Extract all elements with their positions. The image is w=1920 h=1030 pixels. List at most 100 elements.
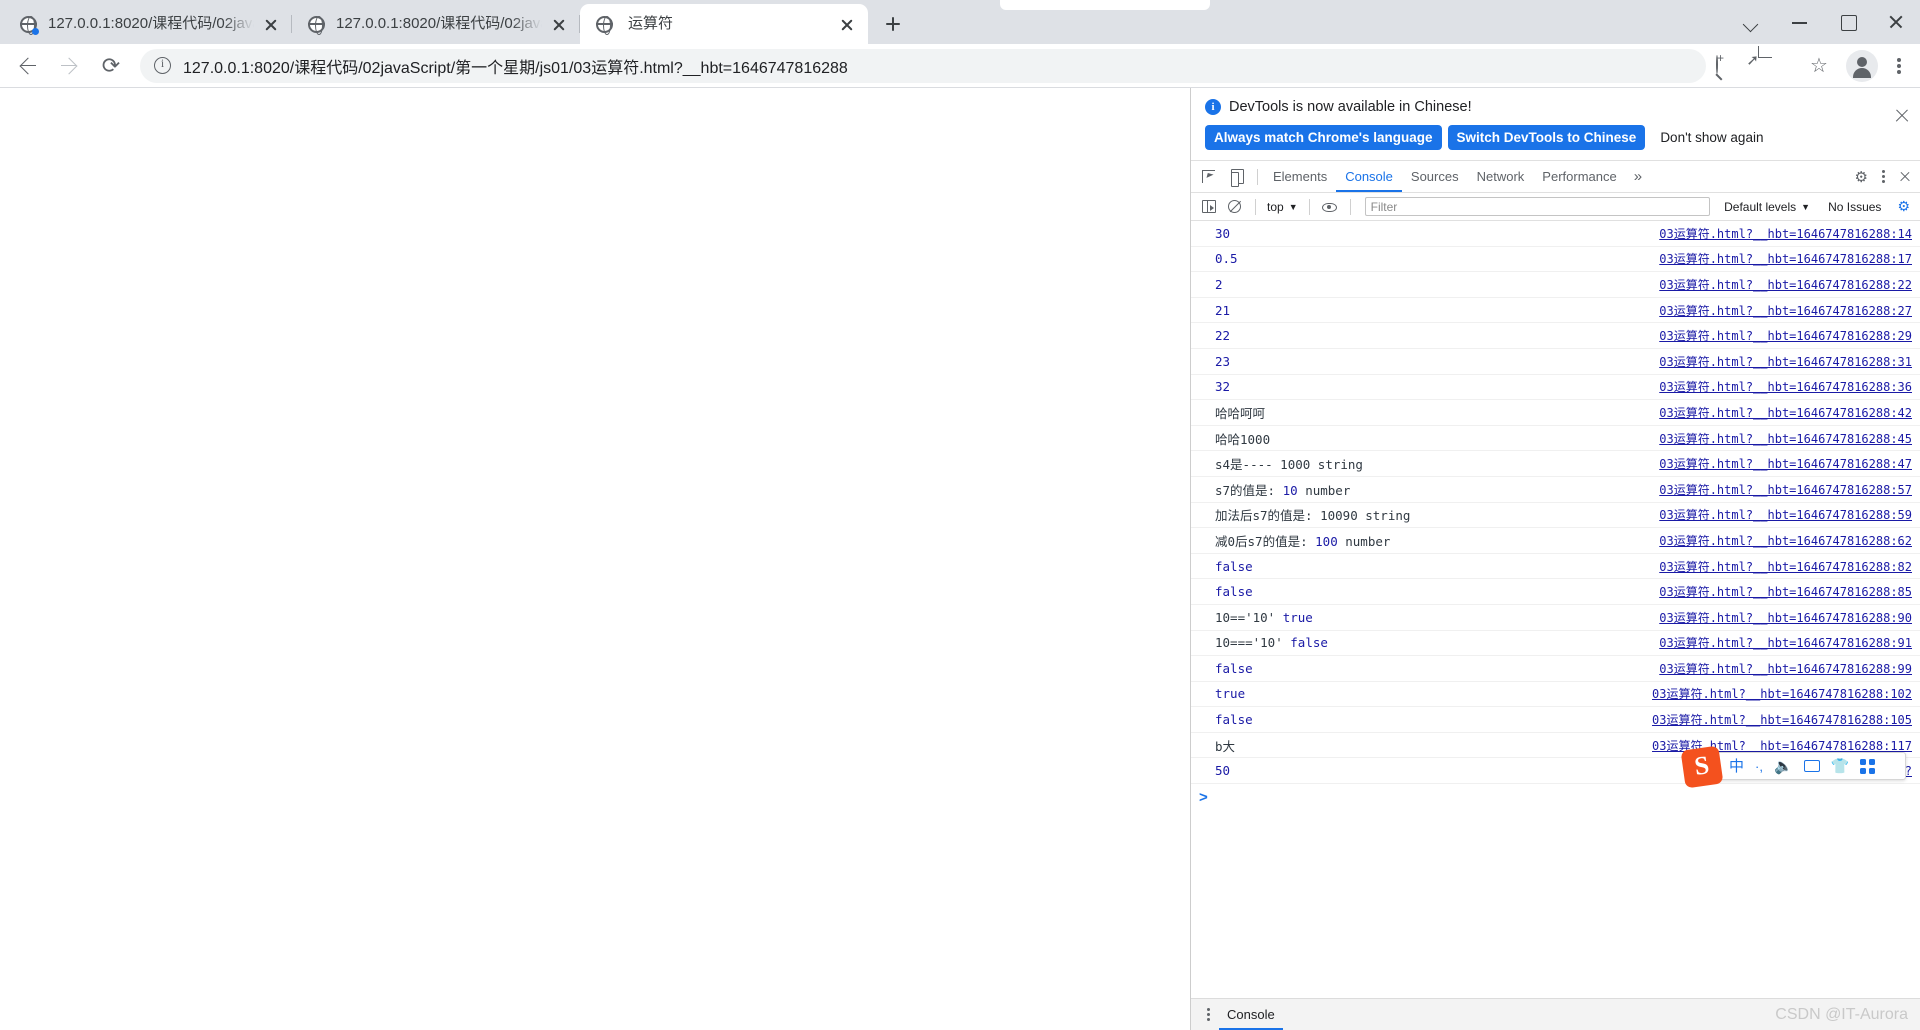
console-message-row[interactable]: s7的值是: 10 number 03运算符.html?__hbt=1646747… (1191, 477, 1920, 503)
chevron-down-icon[interactable] (1728, 0, 1776, 44)
more-tabs-icon[interactable]: » (1626, 168, 1650, 185)
sogou-logo-icon[interactable]: S (1680, 745, 1724, 789)
console-message-source-link[interactable]: 03运算符.html?__hbt=1646747816288:105 (1652, 711, 1912, 728)
console-message-source-link[interactable]: 03运算符.html?__hbt=1646747816288:22 (1659, 276, 1912, 293)
console-message-source-link[interactable]: 03运算符.html?__hbt=1646747816288:85 (1659, 583, 1912, 600)
tab-console[interactable]: Console (1336, 161, 1402, 192)
toolbox-icon[interactable] (1860, 758, 1876, 774)
maximize-icon[interactable] (1824, 0, 1872, 44)
console-message-source-link[interactable]: 03运算符.html?__hbt=1646747816288:45 (1659, 430, 1912, 447)
console-message-source-link[interactable]: 03运算符.html?__hbt=1646747816288:47 (1659, 455, 1912, 472)
console-message-row[interactable]: 10==='10' false 03运算符.html?__hbt=16467478… (1191, 631, 1920, 657)
inspect-element-icon[interactable] (1195, 164, 1223, 190)
page-viewport (0, 88, 1190, 1030)
console-message-source-link[interactable]: 03运算符.html?__hbt=1646747816288:31 (1659, 353, 1912, 370)
console-message-source-link[interactable]: 03运算符.html?__hbt=1646747816288:102 (1652, 685, 1912, 702)
console-message-row[interactable]: false 03运算符.html?__hbt=1646747816288:105 (1191, 707, 1920, 733)
banner-close-icon[interactable] (1894, 108, 1910, 124)
console-message-row[interactable]: 30 03运算符.html?__hbt=1646747816288:14 (1191, 221, 1920, 247)
issues-status[interactable]: No Issues (1818, 200, 1891, 214)
console-message-row[interactable]: 10=='10' true 03运算符.html?__hbt=1646747816… (1191, 605, 1920, 631)
close-window-icon[interactable] (1872, 0, 1920, 44)
switch-devtools-language-button[interactable]: Switch DevTools to Chinese (1447, 125, 1646, 150)
console-message-row[interactable]: 减0后s7的值是: 100 number 03运算符.html?__hbt=164… (1191, 528, 1920, 554)
minimize-icon[interactable] (1776, 0, 1824, 44)
console-message-row[interactable]: 23 03运算符.html?__hbt=1646747816288:31 (1191, 349, 1920, 375)
always-match-language-button[interactable]: Always match Chrome's language (1205, 125, 1442, 150)
drawer-tab-console[interactable]: Console (1219, 999, 1283, 1030)
console-message-row[interactable]: s4是---- 1000 string 03运算符.html?__hbt=1646… (1191, 451, 1920, 477)
settings-gear-icon[interactable]: ⚙ (1849, 168, 1874, 186)
console-message-source-link[interactable]: 03运算符.html?__hbt=1646747816288:27 (1659, 302, 1912, 319)
console-filter-input[interactable] (1364, 197, 1711, 216)
console-prompt[interactable]: > (1191, 784, 1920, 810)
site-info-icon[interactable] (154, 56, 171, 74)
log-levels-select[interactable]: Default levels ▼ (1718, 200, 1816, 214)
console-message-row[interactable]: false 03运算符.html?__hbt=1646747816288:82 (1191, 554, 1920, 580)
drawer-menu-icon[interactable] (1199, 1005, 1219, 1025)
tab-network[interactable]: Network (1468, 161, 1534, 192)
console-message-row[interactable]: 0.5 03运算符.html?__hbt=1646747816288:17 (1191, 247, 1920, 273)
tab-sources[interactable]: Sources (1402, 161, 1468, 192)
console-message-source-link[interactable]: 03运算符.html?__hbt=1646747816288:36 (1659, 378, 1912, 395)
ime-mode-icon[interactable]: 中 (1729, 759, 1744, 774)
console-message-source-link[interactable]: 03运算符.html?__hbt=1646747816288:29 (1659, 327, 1912, 344)
clear-console-icon[interactable] (1223, 196, 1247, 218)
console-message-row[interactable]: false 03运算符.html?__hbt=1646747816288:99 (1191, 656, 1920, 682)
console-message-row[interactable]: true 03运算符.html?__hbt=1646747816288:102 (1191, 682, 1920, 708)
browser-tab-2[interactable]: 127.0.0.1:8020/课程代码/02java (292, 4, 580, 44)
console-message-text: 10==='10' false (1215, 635, 1328, 651)
dont-show-again-button[interactable]: Don't show again (1651, 125, 1773, 150)
browser-tab-1[interactable]: 127.0.0.1:8020/课程代码/02java (4, 4, 292, 44)
globe-icon (306, 14, 326, 35)
console-message-row[interactable]: 21 03运算符.html?__hbt=1646747816288:27 (1191, 298, 1920, 324)
console-settings-icon[interactable]: ⚙ (1893, 198, 1914, 215)
close-icon[interactable] (836, 13, 858, 35)
banner-message: DevTools is now available in Chinese! (1229, 99, 1472, 115)
browser-tab-3[interactable]: 运算符 (580, 4, 868, 44)
share-icon[interactable] (1758, 47, 1796, 85)
reload-button[interactable]: ⟳ (92, 47, 130, 85)
console-message-source-link[interactable]: 03运算符.html?__hbt=1646747816288:59 (1659, 506, 1912, 523)
devtools-menu-icon[interactable] (1874, 167, 1894, 187)
forward-button[interactable] (50, 47, 88, 85)
console-message-source-link[interactable]: 03运算符.html?__hbt=1646747816288:57 (1659, 481, 1912, 498)
tab-performance[interactable]: Performance (1533, 161, 1625, 192)
console-sidebar-icon[interactable] (1197, 196, 1221, 218)
keyboard-icon[interactable] (1803, 760, 1820, 772)
avatar[interactable] (1846, 49, 1878, 82)
live-expression-eye-icon[interactable] (1318, 196, 1342, 218)
sogou-ime-toolbar[interactable]: S 中 ·, 🔈 👕 (1680, 745, 1906, 789)
execution-context-select[interactable]: top ▼ (1264, 200, 1301, 214)
address-bar[interactable]: 127.0.0.1:8020/课程代码/02javaScript/第一个星期/j… (140, 48, 1706, 83)
close-icon[interactable] (548, 13, 570, 35)
console-message-source-link[interactable]: 03运算符.html?__hbt=1646747816288:17 (1659, 250, 1912, 267)
console-message-source-link[interactable]: 03运算符.html?__hbt=1646747816288:62 (1659, 532, 1912, 549)
console-message-row[interactable]: 哈哈呵呵 03运算符.html?__hbt=1646747816288:42 (1191, 400, 1920, 426)
ime-punctuation-icon[interactable]: ·, (1755, 760, 1763, 773)
device-toolbar-icon[interactable] (1223, 164, 1251, 190)
console-message-row[interactable]: false 03运算符.html?__hbt=1646747816288:85 (1191, 579, 1920, 605)
new-tab-button[interactable] (876, 7, 910, 41)
console-message-source-link[interactable]: 03运算符.html?__hbt=1646747816288:90 (1659, 609, 1912, 626)
microphone-icon[interactable]: 🔈 (1774, 759, 1793, 774)
back-button[interactable] (8, 47, 46, 85)
console-message-source-link[interactable]: 03运算符.html?__hbt=1646747816288:42 (1659, 404, 1912, 421)
chrome-menu-icon[interactable] (1884, 47, 1914, 85)
console-message-source-link[interactable]: 03运算符.html?__hbt=1646747816288:14 (1659, 225, 1912, 242)
tab-elements[interactable]: Elements (1264, 161, 1336, 192)
console-message-list[interactable]: 30 03运算符.html?__hbt=1646747816288:14 0.5 03… (1191, 221, 1920, 998)
console-message-source-link[interactable]: 03运算符.html?__hbt=1646747816288:99 (1659, 660, 1912, 677)
console-message-row[interactable]: 22 03运算符.html?__hbt=1646747816288:29 (1191, 323, 1920, 349)
close-icon[interactable] (260, 13, 282, 35)
tab-title: 运算符 (628, 15, 674, 32)
skin-icon[interactable]: 👕 (1831, 759, 1850, 774)
close-devtools-icon[interactable] (1894, 167, 1916, 187)
console-message-row[interactable]: 加法后s7的值是: 10090 string 03运算符.html?__hbt=1… (1191, 503, 1920, 529)
console-message-row[interactable]: 2 03运算符.html?__hbt=1646747816288:22 (1191, 272, 1920, 298)
console-message-source-link[interactable]: 03运算符.html?__hbt=1646747816288:91 (1659, 634, 1912, 651)
console-message-row[interactable]: 哈哈1000 03运算符.html?__hbt=1646747816288:45 (1191, 426, 1920, 452)
bookmark-star-icon[interactable]: ☆ (1800, 47, 1838, 85)
console-message-source-link[interactable]: 03运算符.html?__hbt=1646747816288:82 (1659, 558, 1912, 575)
console-message-row[interactable]: 32 03运算符.html?__hbt=1646747816288:36 (1191, 375, 1920, 401)
